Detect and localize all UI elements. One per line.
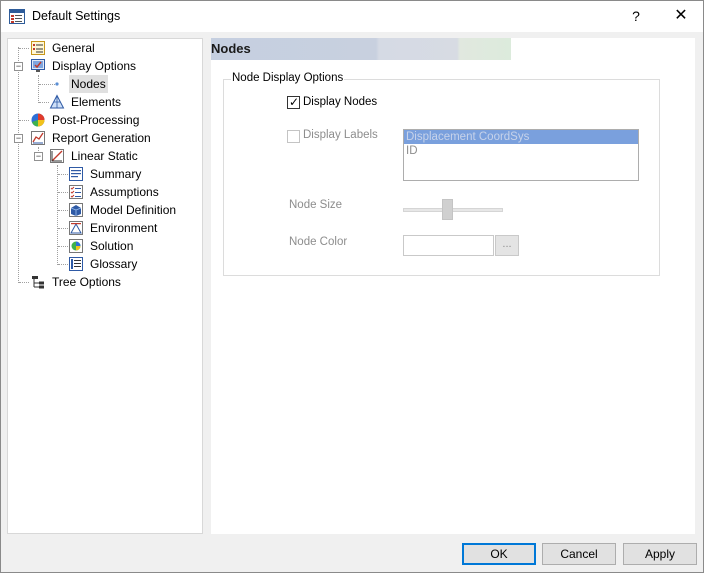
display-options-icon: [31, 59, 45, 72]
cancel-button[interactable]: Cancel: [542, 543, 616, 565]
tree-connector: [58, 246, 68, 247]
tree-options-icon: [32, 276, 44, 289]
tree-connector: [58, 174, 68, 175]
node-size-label: Node Size: [289, 199, 343, 211]
tree-item-label: Nodes: [69, 75, 108, 93]
list-item[interactable]: ID: [404, 144, 638, 158]
node-size-slider-track[interactable]: [403, 208, 503, 212]
help-button[interactable]: ?: [623, 1, 649, 32]
tree-item-label: Post-Processing: [52, 113, 140, 127]
node-color-label: Node Color: [289, 236, 348, 248]
settings-content-panel: Nodes Node Display Options ✓ Display Nod…: [211, 38, 695, 534]
node-color-swatch[interactable]: [403, 235, 494, 256]
node-dot-icon: [55, 82, 59, 86]
tree-item-label: Elements: [71, 95, 122, 109]
post-processing-icon: [31, 113, 45, 127]
display-labels-checkbox[interactable]: [287, 130, 300, 143]
tree-connector: [19, 120, 29, 121]
tree-connector: [58, 264, 68, 265]
default-settings-dialog: Default Settings ? ✕ − − − General Displ…: [0, 0, 704, 573]
model-definition-icon: [69, 203, 83, 217]
collapse-linear-static-icon[interactable]: −: [34, 152, 43, 161]
display-nodes-label[interactable]: Display Nodes: [303, 96, 377, 108]
summary-icon: [69, 167, 83, 181]
tree-connector: [39, 102, 49, 103]
close-button[interactable]: ✕: [659, 1, 703, 32]
general-icon: [31, 41, 45, 55]
settings-app-icon: [9, 9, 25, 24]
tree-item-label: Summary: [90, 167, 142, 181]
group-title: Node Display Options: [231, 72, 345, 84]
linear-static-icon: [50, 149, 64, 163]
collapse-display-options-icon[interactable]: −: [14, 62, 23, 71]
ok-button[interactable]: OK: [462, 543, 536, 565]
title-bar[interactable]: Default Settings ? ✕: [1, 1, 703, 32]
panel-title: Nodes: [211, 41, 251, 56]
tree-item-label: Display Options: [52, 59, 137, 73]
list-item[interactable]: Displacement CoordSys: [404, 130, 638, 144]
tree-item-label: Tree Options: [52, 275, 121, 289]
tree-item-label: Solution: [90, 239, 134, 253]
settings-tree[interactable]: − − − General Display Options Nodes Elem…: [7, 38, 203, 534]
tree-connector: [58, 192, 68, 193]
report-generation-icon: [31, 131, 45, 145]
node-color-picker-button[interactable]: ...: [495, 235, 519, 256]
tree-connector: [58, 210, 68, 211]
environment-icon: [69, 221, 83, 235]
solution-icon: [69, 239, 83, 253]
node-display-options-group: Node Display Options ✓ Display Nodes Dis…: [223, 72, 660, 276]
node-size-slider-thumb[interactable]: [442, 199, 453, 220]
tree-item-label: Assumptions: [90, 185, 159, 199]
tree-connector: [19, 48, 29, 49]
tree-connector: [19, 282, 29, 283]
tree-connector: [18, 47, 19, 283]
tree-connector: [57, 165, 58, 265]
assumptions-icon: [69, 185, 83, 199]
tree-item-label: Model Definition: [90, 203, 177, 217]
glossary-icon: [69, 257, 83, 271]
tree-item-label: Linear Static: [71, 149, 138, 163]
elements-icon: [49, 94, 65, 109]
tree-item-label: Report Generation: [52, 131, 151, 145]
tree-item-label: Environment: [90, 221, 158, 235]
tree-item-label: Glossary: [90, 257, 138, 271]
display-labels-listbox[interactable]: Displacement CoordSys ID: [403, 129, 639, 181]
tree-connector: [38, 75, 39, 103]
window-title: Default Settings: [32, 9, 121, 23]
panel-header-banner: Nodes: [211, 38, 511, 60]
display-nodes-checkbox[interactable]: ✓: [287, 95, 300, 109]
display-labels-label[interactable]: Display Labels: [303, 129, 378, 141]
collapse-report-generation-icon[interactable]: −: [14, 134, 23, 143]
tree-item-label: General: [52, 41, 95, 55]
check-mark-icon: ✓: [289, 95, 300, 109]
tree-connector: [58, 228, 68, 229]
apply-button[interactable]: Apply: [623, 543, 697, 565]
